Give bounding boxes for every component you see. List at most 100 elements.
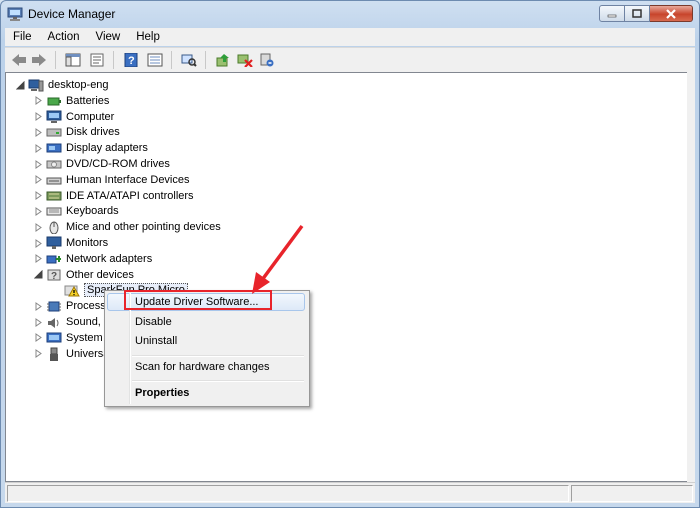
tree-root-node[interactable]: desktop-eng (15, 77, 109, 93)
menu-separator (132, 355, 304, 357)
view-button[interactable] (145, 50, 165, 70)
expand-arrow-icon[interactable] (34, 143, 43, 153)
properties-button[interactable] (87, 50, 107, 70)
mouse-icon (46, 220, 62, 235)
uninstall-icon (237, 54, 253, 67)
status-bar (5, 482, 695, 503)
title-bar[interactable]: Device Manager (1, 1, 699, 27)
expand-arrow-icon[interactable] (34, 333, 43, 343)
show-hide-tree-button[interactable] (63, 50, 83, 70)
tree-node-sound-v[interactable]: Sound, v (34, 314, 109, 330)
warning-device-icon (64, 283, 80, 297)
tree-node-label: desktop-eng (48, 79, 109, 91)
help-button[interactable]: ? (121, 50, 141, 70)
expand-arrow-icon[interactable] (34, 301, 43, 311)
disk-drive-icon (46, 125, 62, 139)
dvd-drive-icon (46, 157, 62, 171)
tree-node-disk-drives[interactable]: Disk drives (34, 124, 120, 140)
tree-node-processo[interactable]: Processo (34, 298, 112, 314)
keyboard-icon (46, 204, 62, 218)
tree-node-label: Mice and other pointing devices (66, 221, 221, 234)
tree-node-universa[interactable]: Universa (34, 346, 109, 362)
device-manager-icon (7, 7, 23, 21)
menu-file[interactable]: File (5, 28, 40, 46)
network-adapter-icon (46, 252, 62, 266)
tree-node-dvd-cd-rom-drives[interactable]: DVD/CD-ROM drives (34, 156, 170, 172)
expand-arrow-icon[interactable] (34, 317, 43, 327)
tree-node-network-adapters[interactable]: Network adapters (34, 251, 152, 267)
tree-node-computer[interactable]: Computer (34, 109, 114, 125)
scan-hardware-button[interactable] (179, 50, 199, 70)
tree-node-label: Display adapters (66, 142, 148, 155)
expand-arrow-icon (52, 286, 61, 295)
tree-node-other-devices[interactable]: ? Other devices (33, 267, 134, 283)
uninstall-button[interactable] (235, 50, 255, 70)
expand-arrow-icon[interactable] (34, 254, 43, 264)
tree-node-keyboards[interactable]: Keyboards (34, 203, 119, 219)
expand-arrow-icon[interactable] (34, 238, 43, 248)
menu-item-scan-hardware[interactable]: Scan for hardware changes (135, 358, 270, 376)
menu-item-uninstall[interactable]: Uninstall (135, 332, 177, 350)
expand-arrow-icon[interactable] (34, 206, 43, 216)
disable-button[interactable] (257, 50, 277, 70)
menu-help[interactable]: Help (128, 28, 168, 46)
tree-node-monitors[interactable]: Monitors (34, 235, 108, 251)
display-adapter-icon (46, 141, 62, 155)
tree-node-system-c[interactable]: System c (34, 330, 111, 346)
vertical-scrollbar-track[interactable] (687, 72, 695, 482)
collapse-arrow-icon[interactable] (15, 80, 25, 90)
tree-node-label: Sound, v (66, 316, 110, 328)
disable-icon (260, 53, 274, 67)
tree-node-ide-ata-atapi-controllers[interactable]: IDE ATA/ATAPI controllers (34, 188, 194, 204)
expand-arrow-icon[interactable] (34, 112, 43, 122)
collapse-arrow-icon[interactable] (33, 269, 43, 279)
forward-button[interactable] (29, 50, 49, 70)
device-tree-pane[interactable]: desktop-eng Batteries Computer Disk drives D… (5, 72, 688, 482)
tree-node-display-adapters[interactable]: Display adapters (34, 140, 148, 156)
update-driver-icon (216, 54, 229, 67)
expand-arrow-icon[interactable] (34, 127, 43, 137)
help-icon: ? (124, 53, 138, 67)
minimize-button[interactable] (599, 5, 625, 22)
back-button[interactable] (9, 50, 29, 70)
monitor-icon (46, 236, 62, 250)
update-driver-button[interactable] (213, 50, 233, 70)
tree-node-label: Human Interface Devices (66, 173, 190, 186)
tree-node-human-interface-devices[interactable]: Human Interface Devices (34, 172, 190, 188)
system-icon (46, 331, 62, 345)
other-devices-icon: ? (46, 268, 62, 282)
sound-icon (46, 315, 62, 329)
expand-arrow-icon[interactable] (34, 349, 43, 359)
computer-icon (46, 110, 62, 124)
annotation-arrow-icon (252, 224, 304, 294)
scan-hardware-icon (181, 54, 197, 67)
menu-item-properties[interactable]: Properties (135, 384, 189, 402)
device-manager-window: Device Manager File Action View Help ? d… (0, 0, 700, 508)
tree-node-batteries[interactable]: Batteries (34, 93, 109, 109)
expand-arrow-icon[interactable] (34, 191, 43, 201)
tree-node-label: Computer (66, 110, 115, 123)
toolbar: ? (5, 47, 695, 72)
properties-icon (90, 53, 104, 67)
forward-arrow-icon (32, 54, 46, 66)
expand-arrow-icon[interactable] (34, 96, 43, 106)
show-hide-tree-icon (65, 53, 81, 67)
status-cell-main (7, 485, 569, 502)
menu-action[interactable]: Action (40, 28, 88, 46)
close-icon (666, 8, 676, 19)
tree-node-label: IDE ATA/ATAPI controllers (66, 189, 194, 202)
tree-node-label: DVD/CD-ROM drives (66, 158, 170, 170)
tree-node-label: Monitors (66, 237, 109, 249)
tree-node-label: Other devices (66, 268, 134, 281)
svg-text:?: ? (128, 55, 135, 67)
menu-view[interactable]: View (88, 28, 129, 46)
expand-arrow-icon[interactable] (34, 222, 43, 232)
tree-node-mice-and-other-pointing-devices[interactable]: Mice and other pointing devices (34, 219, 221, 235)
menu-item-disable[interactable]: Disable (135, 313, 172, 331)
window-title: Device Manager (28, 7, 116, 21)
close-button[interactable] (650, 5, 693, 22)
expand-arrow-icon[interactable] (34, 159, 43, 169)
tree-node-label: Batteries (66, 94, 110, 107)
maximize-button[interactable] (625, 5, 650, 22)
expand-arrow-icon[interactable] (34, 175, 43, 185)
